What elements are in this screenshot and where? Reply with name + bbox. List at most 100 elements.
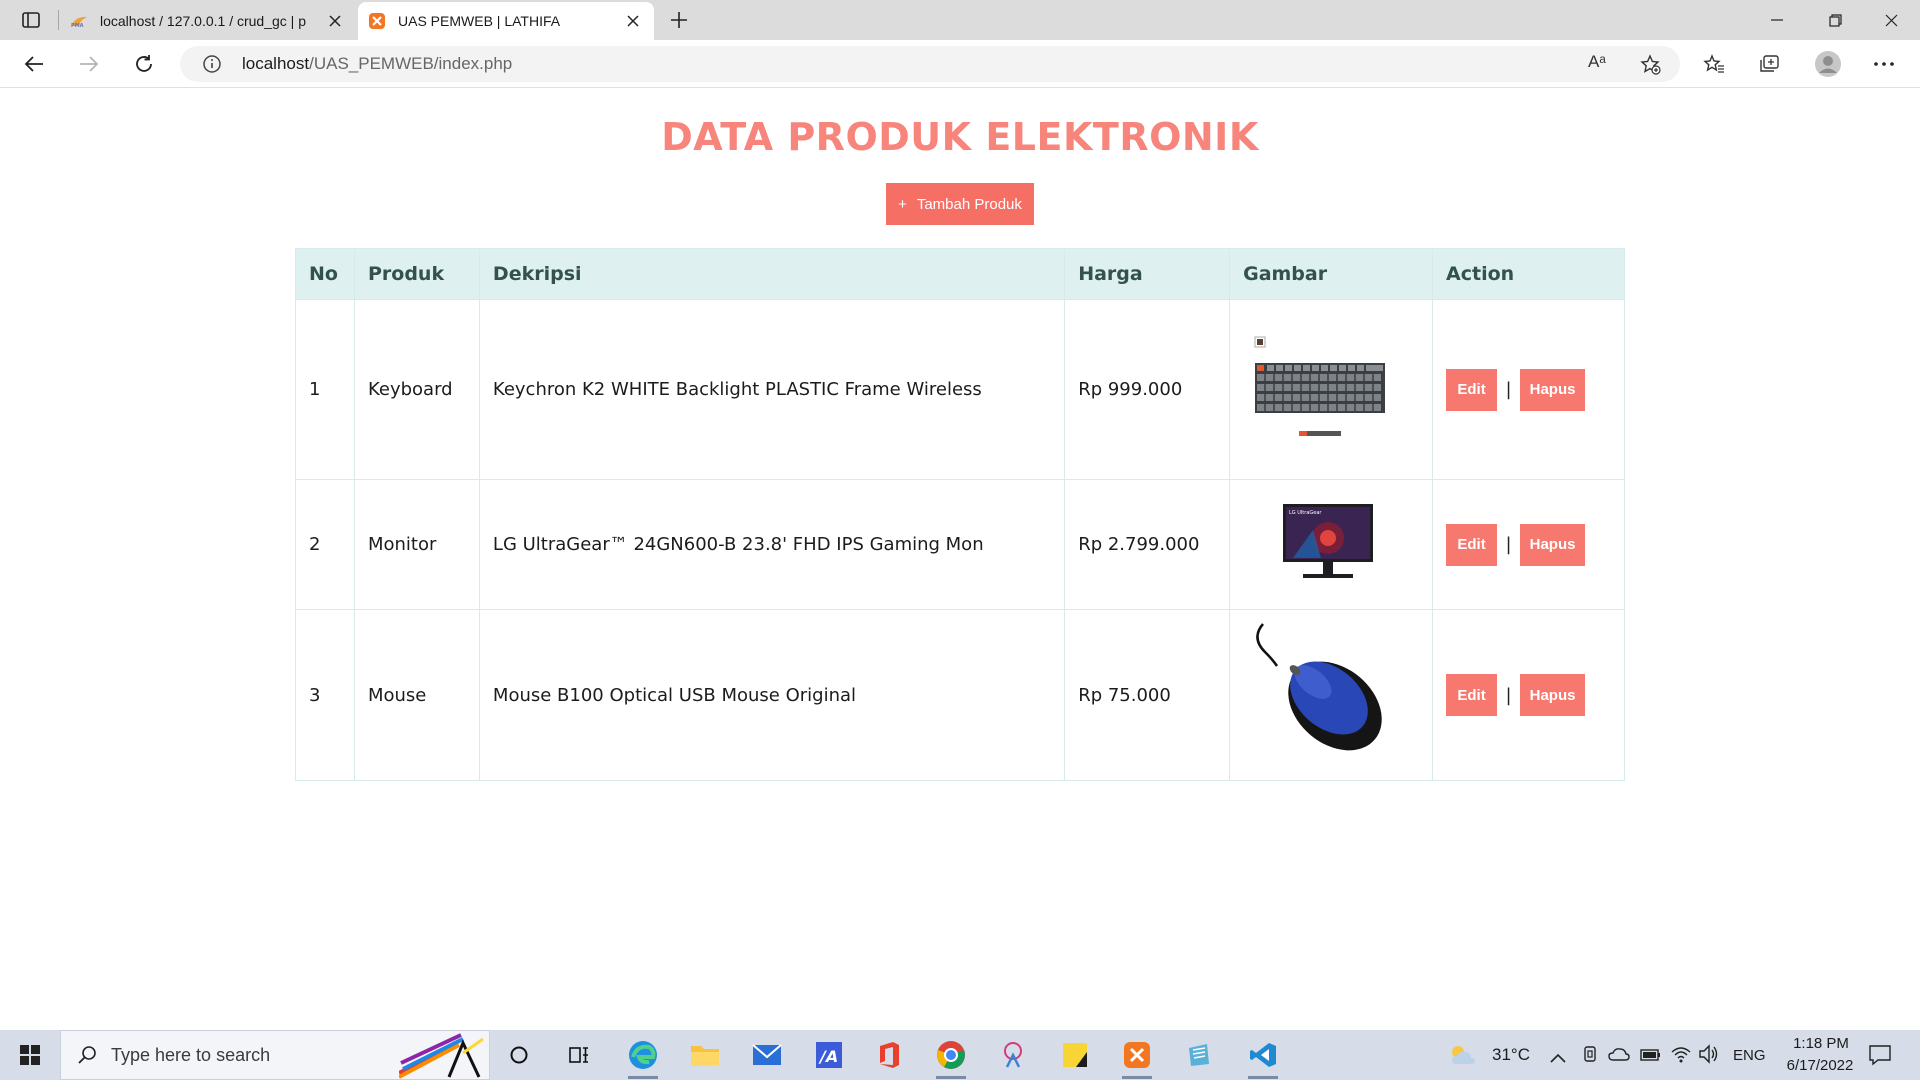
cell-gambar (1229, 299, 1434, 480)
office-icon[interactable] (862, 1035, 916, 1075)
address-bar[interactable]: localhost/UAS_PEMWEB/index.php Aᵃ (180, 46, 1680, 82)
close-tab-icon[interactable] (324, 10, 346, 32)
cell-no: 3 (295, 609, 355, 781)
more-options-icon[interactable] (1866, 48, 1902, 80)
table-row: 1 Keyboard Keychron K2 WHITE Backlight P… (295, 299, 1625, 480)
clock-date[interactable]: 6/17/2022 (1778, 1057, 1862, 1074)
plus-icon: + (898, 195, 907, 213)
mail-icon[interactable] (740, 1035, 794, 1075)
products-table: No Produk Dekripsi Harga Gambar Action 1… (295, 248, 1625, 781)
cell-gambar (1229, 609, 1434, 781)
row-actions: Edit | Hapus (1446, 674, 1624, 716)
delete-button[interactable]: Hapus (1520, 674, 1586, 716)
phpmyadmin-favicon-icon: PMA (70, 12, 88, 30)
weather-icon[interactable] (1448, 1044, 1478, 1070)
cell-produk: Mouse (353, 609, 480, 781)
taskbar-search-box[interactable]: Type here to search (60, 1030, 490, 1080)
xampp-icon[interactable] (1110, 1035, 1164, 1079)
clock-time[interactable]: 1:18 PM (1786, 1035, 1856, 1052)
url-host: localhost (242, 54, 310, 73)
cell-action: Edit | Hapus (1432, 479, 1625, 610)
cell-harga: Rp 999.000 (1064, 299, 1231, 480)
snip-sketch-icon[interactable] (986, 1035, 1040, 1075)
task-view-icon[interactable] (552, 1035, 606, 1075)
volume-icon[interactable] (1698, 1044, 1720, 1068)
edit-button[interactable]: Edit (1446, 674, 1498, 716)
refresh-icon[interactable] (126, 48, 162, 80)
page-content: DATA PRODUK ELEKTRONIK + Tambah Produk N… (0, 89, 1920, 1030)
search-icon (77, 1045, 97, 1069)
forward-icon[interactable] (71, 48, 107, 80)
tab-title: localhost / 127.0.0.1 / crud_gc | p (100, 13, 306, 29)
action-separator: | (1505, 534, 1512, 555)
monitor-brand-label: LG UltraGear (1289, 510, 1322, 516)
tab-strip: PMA localhost / 127.0.0.1 / crud_gc | p … (0, 0, 1920, 40)
cell-deskripsi: Mouse B100 Optical USB Mouse Original (478, 609, 1066, 781)
keyboard-image (1254, 336, 1386, 436)
onedrive-icon[interactable] (1608, 1046, 1630, 1065)
vscode-icon[interactable] (1236, 1035, 1290, 1079)
new-tab-icon[interactable] (664, 6, 694, 34)
tab-actions-icon[interactable] (14, 6, 48, 34)
add-product-button[interactable]: + Tambah Produk (886, 183, 1034, 225)
close-tab-icon[interactable] (622, 10, 644, 32)
cell-action: Edit | Hapus (1432, 299, 1625, 480)
column-header-deskripsi: Dekripsi (478, 248, 1066, 300)
back-icon[interactable] (16, 48, 52, 80)
url-path: /UAS_PEMWEB/index.php (309, 54, 513, 73)
tab-phpmyadmin[interactable]: PMA localhost / 127.0.0.1 / crud_gc | p (60, 2, 356, 40)
column-header-no: No (295, 248, 355, 300)
delete-button[interactable]: Hapus (1520, 523, 1586, 566)
file-explorer-icon[interactable] (678, 1035, 732, 1075)
search-highlight-image (398, 1033, 489, 1083)
notification-icon[interactable] (1868, 1043, 1892, 1071)
table-row: 2 Monitor LG UltraGear™ 24GN600-B 23.8' … (295, 479, 1625, 610)
gadget-app-icon[interactable]: /A (802, 1035, 856, 1075)
url-text: localhost/UAS_PEMWEB/index.php (242, 54, 512, 74)
site-info-icon[interactable] (202, 54, 222, 78)
wifi-icon[interactable] (1670, 1044, 1692, 1068)
tab-uas-pemweb[interactable]: UAS PEMWEB | LATHIFA (358, 2, 654, 40)
read-aloud-icon[interactable]: Aᵃ (1588, 52, 1606, 72)
temperature-label[interactable]: 31°C (1492, 1045, 1530, 1065)
tab-separator (58, 10, 59, 30)
profile-avatar-icon[interactable] (1810, 48, 1846, 80)
browser-toolbar: localhost/UAS_PEMWEB/index.php Aᵃ (0, 40, 1920, 88)
chrome-icon[interactable] (924, 1035, 978, 1079)
column-header-action: Action (1432, 248, 1625, 300)
cell-deskripsi: LG UltraGear™ 24GN600-B 23.8' FHD IPS Ga… (478, 479, 1066, 610)
sticky-notes-icon[interactable] (1048, 1035, 1102, 1075)
add-product-label: Tambah Produk (916, 195, 1022, 213)
cortana-icon[interactable] (492, 1035, 546, 1075)
cell-gambar: LG UltraGear (1229, 479, 1434, 610)
cell-produk: Keyboard (353, 299, 480, 480)
tab-title: UAS PEMWEB | LATHIFA (398, 13, 561, 29)
edit-button[interactable]: Edit (1446, 368, 1498, 411)
restore-icon[interactable] (1806, 0, 1864, 40)
column-header-harga: Harga (1064, 248, 1231, 300)
action-separator: | (1505, 684, 1512, 706)
row-actions: Edit | Hapus (1446, 368, 1624, 411)
battery-icon[interactable] (1640, 1047, 1662, 1066)
cell-no: 2 (295, 479, 355, 610)
svg-text:/A: /A (818, 1047, 838, 1066)
favorites-icon[interactable] (1696, 48, 1732, 80)
minimize-icon[interactable] (1748, 0, 1806, 40)
mouse-image (1256, 622, 1382, 750)
cell-harga: Rp 2.799.000 (1064, 479, 1231, 610)
language-indicator[interactable]: ENG (1733, 1047, 1766, 1064)
taskbar: Type here to search /A 31°C ENG 1:18 PM … (0, 1030, 1920, 1080)
device-icon[interactable] (1582, 1045, 1598, 1067)
delete-button[interactable]: Hapus (1520, 368, 1586, 411)
edit-button[interactable]: Edit (1446, 523, 1498, 566)
xampp-favicon-icon (368, 12, 386, 30)
edge-icon[interactable] (616, 1035, 670, 1079)
chevron-up-icon[interactable] (1550, 1048, 1566, 1067)
notepad-icon[interactable] (1172, 1035, 1226, 1075)
row-actions: Edit | Hapus (1446, 523, 1624, 566)
collections-icon[interactable] (1752, 48, 1788, 80)
close-window-icon[interactable] (1862, 0, 1920, 40)
svg-text:PMA: PMA (71, 23, 84, 28)
add-favorite-icon[interactable] (1640, 54, 1662, 80)
windows-start-icon[interactable] (0, 1030, 60, 1080)
